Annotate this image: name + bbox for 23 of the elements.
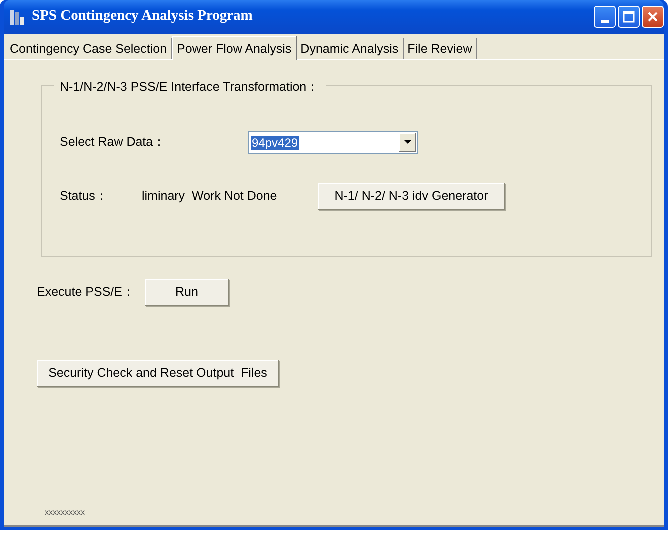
minimize-button[interactable] bbox=[594, 6, 616, 28]
dropdown-value: 94pv429 bbox=[251, 136, 300, 150]
tab[interactable]: File Review bbox=[404, 38, 478, 59]
close-button[interactable] bbox=[642, 6, 664, 28]
dropdown-arrow-button[interactable] bbox=[399, 133, 416, 152]
app-icon bbox=[8, 8, 26, 26]
security-check-button[interactable]: Security Check and Reset Output Files bbox=[37, 360, 279, 387]
caret-icon bbox=[404, 140, 412, 145]
tab[interactable]: Dynamic Analysis bbox=[296, 38, 404, 59]
maximize-button[interactable] bbox=[618, 6, 640, 28]
field-label: Select Raw Data： bbox=[60, 134, 168, 152]
raw-data-dropdown[interactable]: 94pv429 bbox=[248, 131, 418, 154]
generator-button[interactable]: N-1/ N-2/ N-3 idv Generator bbox=[318, 183, 505, 210]
tab[interactable]: Power Flow Analysis bbox=[172, 36, 297, 60]
execute-label: Execute PSS/E： bbox=[37, 284, 136, 302]
maximize-icon bbox=[623, 11, 635, 23]
status-label: Status： bbox=[60, 188, 110, 206]
run-button[interactable]: Run bbox=[145, 279, 229, 306]
status-value: liminary Work Not Done bbox=[142, 188, 278, 206]
minimize-icon bbox=[601, 20, 609, 22]
window-title: SPS Contingency Analysis Program bbox=[32, 7, 253, 26]
status-text: xxxxxxxxxx bbox=[45, 508, 85, 517]
close-icon bbox=[647, 11, 659, 23]
